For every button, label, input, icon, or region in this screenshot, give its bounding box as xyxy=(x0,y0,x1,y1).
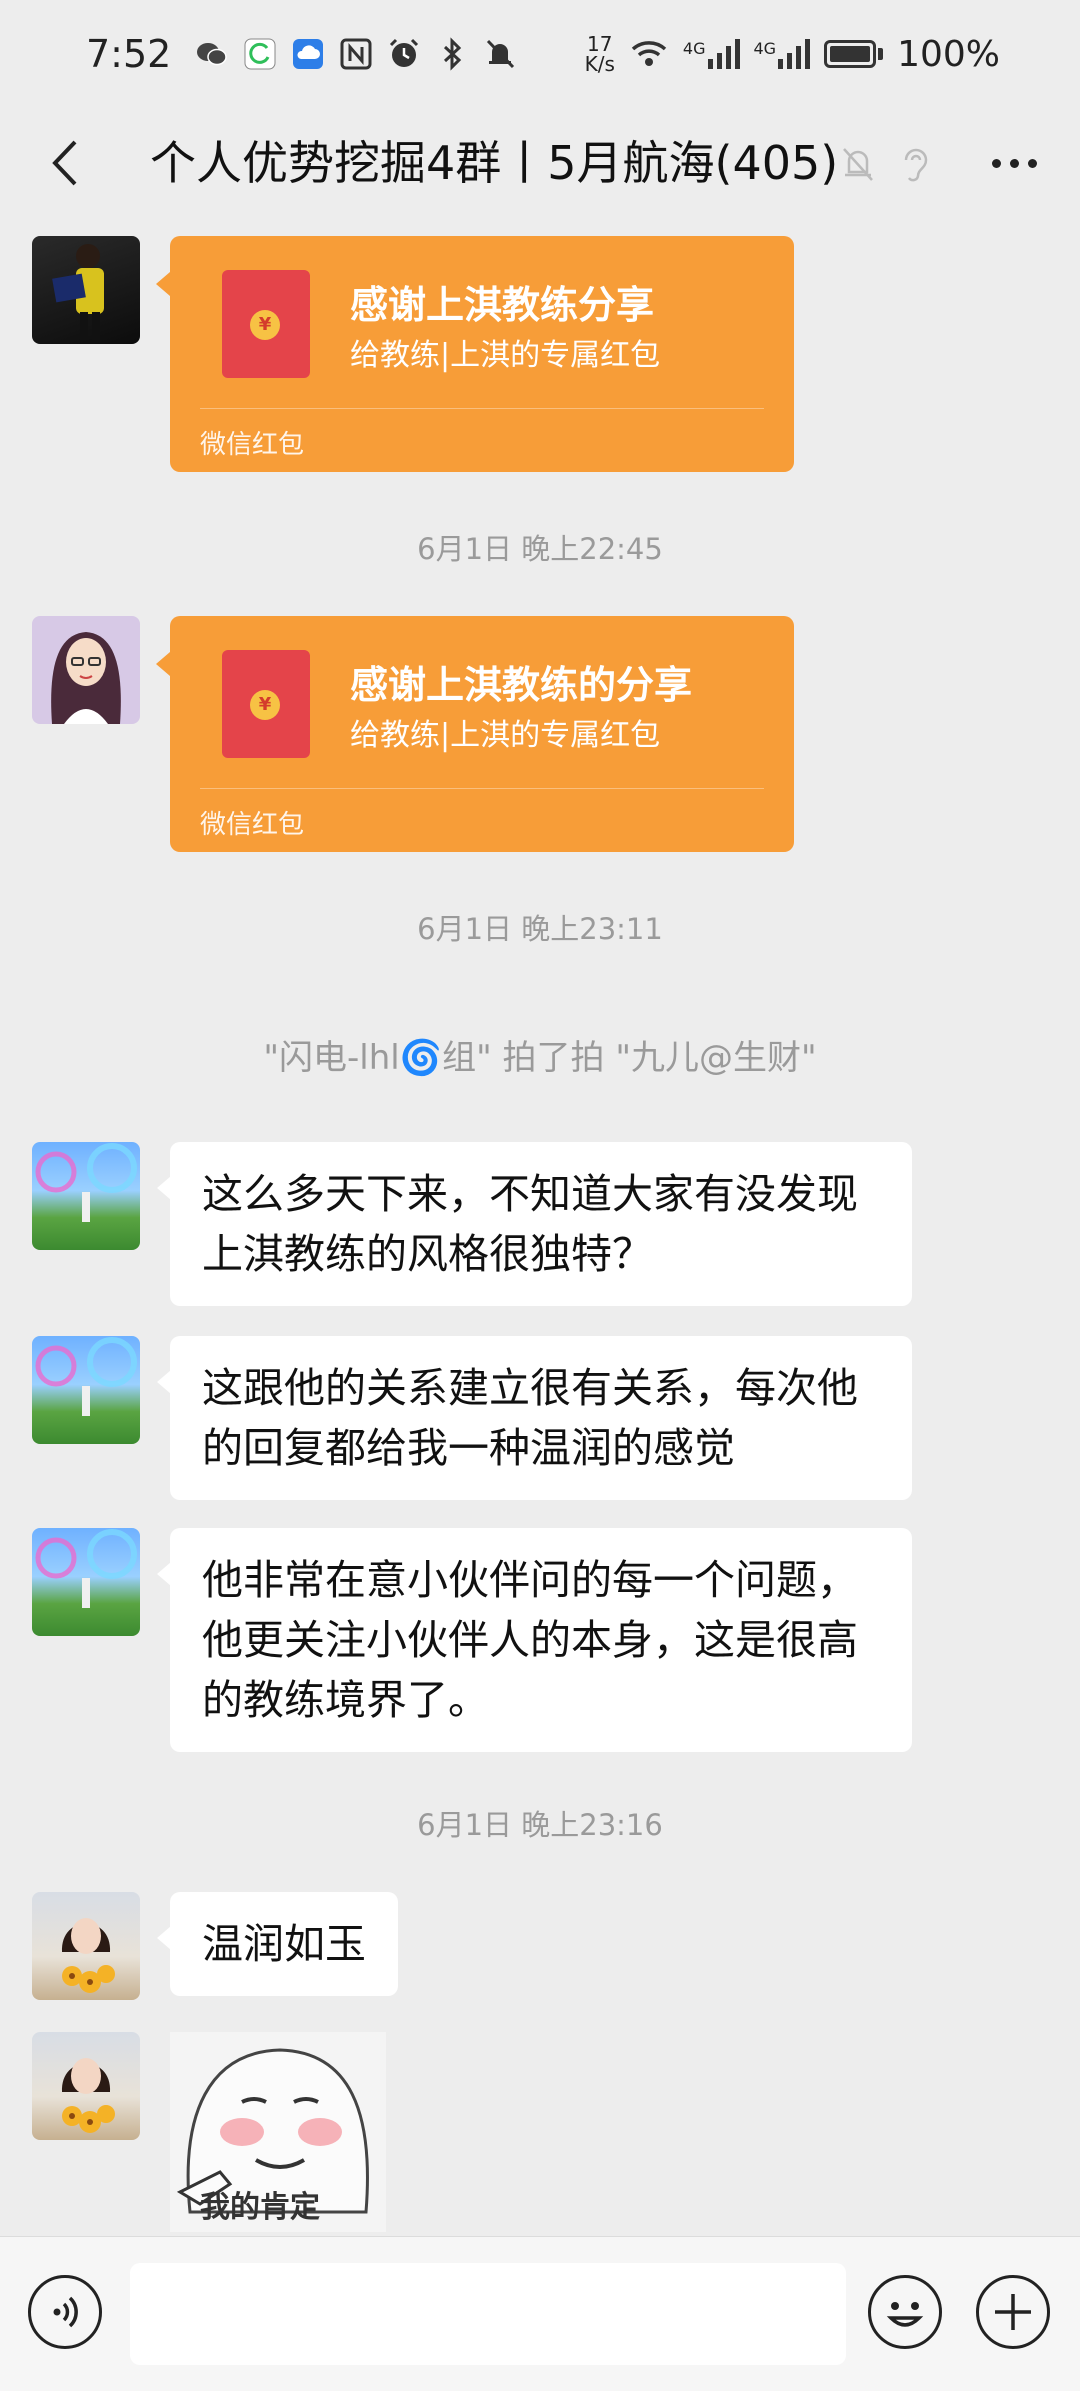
chevron-left-icon xyxy=(52,140,77,186)
pat-system-message: "闪电-lhl🌀组" 拍了拍 "九儿@生财" xyxy=(263,1038,817,1078)
red-packet-footer: 微信红包 xyxy=(200,430,305,460)
avatar[interactable] xyxy=(32,616,140,724)
avatar[interactable] xyxy=(32,1336,140,1444)
network-speed: 17 K/s xyxy=(585,34,615,74)
avatar-bubbles-beach-icon xyxy=(35,1143,137,1222)
dot-icon xyxy=(1009,158,1019,168)
red-packet-subtitle: 给教练|上淇的专属红包 xyxy=(350,338,661,373)
timestamp: 6月1日 晚上23:11 xyxy=(417,912,663,946)
wechat-icon xyxy=(197,43,228,66)
dot-icon xyxy=(991,158,1001,168)
text-message[interactable]: 这么多天下来，不知道大家有没发现上淇教练的风格很独特？ xyxy=(157,1142,912,1306)
chat-header: 个人优势挖掘4群丨5月航海(405) xyxy=(0,108,1080,218)
avatar[interactable] xyxy=(32,236,140,344)
emoji-button[interactable] xyxy=(868,2275,942,2349)
red-envelope-icon: ¥ xyxy=(222,270,310,378)
battery-percent: 100% xyxy=(897,33,1000,75)
more-functions-button[interactable] xyxy=(976,2275,1050,2349)
avatar-girl-flowers-icon xyxy=(61,2058,115,2133)
avatar[interactable] xyxy=(32,1892,140,2000)
earpiece-mode-icon xyxy=(904,148,928,182)
red-packet-subtitle: 给教练|上淇的专属红包 xyxy=(350,718,661,753)
avatar[interactable] xyxy=(32,1528,140,1636)
red-packet-message[interactable]: ¥ 感谢上淇教练分享 给教练|上淇的专属红包 微信红包 xyxy=(156,236,794,472)
red-packet-title: 感谢上淇教练分享 xyxy=(350,283,655,327)
title-status-icons xyxy=(840,144,930,184)
more-options-button[interactable] xyxy=(984,138,1044,188)
text-message[interactable]: 这跟他的关系建立很有关系，每次他的回复都给我一种温润的感觉 xyxy=(157,1336,912,1500)
signal-bars-icon xyxy=(778,39,811,69)
divider xyxy=(200,788,764,789)
alarm-icon xyxy=(390,38,419,67)
avatar-girl-flowers-icon xyxy=(61,1918,115,1993)
sync-icon xyxy=(244,38,276,70)
signal-1: 4G xyxy=(683,39,740,69)
wifi-icon xyxy=(631,41,667,66)
text-message[interactable]: 温润如玉 xyxy=(157,1892,398,1996)
status-bar: 7:52 17 K/s 4G 4G 100% xyxy=(0,0,1080,108)
avatar[interactable] xyxy=(32,2032,140,2140)
divider xyxy=(200,408,764,409)
signal-1-label: 4G xyxy=(682,39,706,58)
avatar[interactable] xyxy=(32,1142,140,1250)
bluetooth-icon xyxy=(444,37,462,71)
chat-title[interactable]: 个人优势挖掘4群丨5月航海(405) xyxy=(150,108,838,218)
dot-icon xyxy=(1027,158,1037,168)
network-speed-value: 17 xyxy=(587,32,613,56)
sticker-caption: 我的肯定 xyxy=(200,2190,320,2225)
voice-input-button[interactable] xyxy=(28,2275,102,2349)
text-message[interactable]: 他非常在意小伙伴问的每一个问题，他更关注小伙伴人的本身，这是很高的教练境界了。 xyxy=(157,1528,912,1752)
smiley-icon xyxy=(886,2302,924,2327)
status-right: 17 K/s 4G 4G 100% xyxy=(585,34,1000,75)
avatar-bubbles-beach-icon xyxy=(35,1529,137,1608)
nfc-icon xyxy=(340,38,372,70)
red-envelope-icon: ¥ xyxy=(222,650,310,758)
signal-bars-icon xyxy=(707,39,740,69)
mute-notifications-icon xyxy=(843,148,873,181)
avatar-cartoon-girl-icon xyxy=(51,632,121,724)
timestamp: 6月1日 晚上23:16 xyxy=(417,1808,663,1842)
voice-icon xyxy=(53,2296,78,2328)
signal-2: 4G xyxy=(754,39,811,69)
status-time: 7:52 xyxy=(86,32,172,76)
sticker-message[interactable]: 我的肯定 xyxy=(170,2032,386,2232)
battery-icon xyxy=(824,40,884,68)
red-packet-footer: 微信红包 xyxy=(200,810,305,840)
red-packet-message[interactable]: ¥ 感谢上淇教练的分享 给教练|上淇的专属红包 微信红包 xyxy=(156,616,794,852)
timestamp: 6月1日 晚上22:45 xyxy=(417,532,663,566)
back-button[interactable] xyxy=(30,128,100,198)
plus-icon xyxy=(995,2294,1031,2330)
status-left: 7:52 xyxy=(86,32,517,76)
avatar-bubbles-beach-icon xyxy=(35,1337,137,1416)
mute-bell-icon xyxy=(487,39,515,69)
signal-2-label: 4G xyxy=(753,39,777,58)
message-list[interactable]: ¥ 感谢上淇教练分享 给教练|上淇的专属红包 微信红包 6月1日 晚上22:45… xyxy=(0,218,1080,2236)
input-bar xyxy=(0,2236,1080,2391)
message-input[interactable] xyxy=(130,2263,846,2365)
cloud-app-icon xyxy=(293,39,324,69)
avatar-person-yellow-jacket-icon xyxy=(52,244,104,340)
red-packet-title: 感谢上淇教练的分享 xyxy=(350,663,693,707)
network-speed-unit: K/s xyxy=(584,52,615,76)
